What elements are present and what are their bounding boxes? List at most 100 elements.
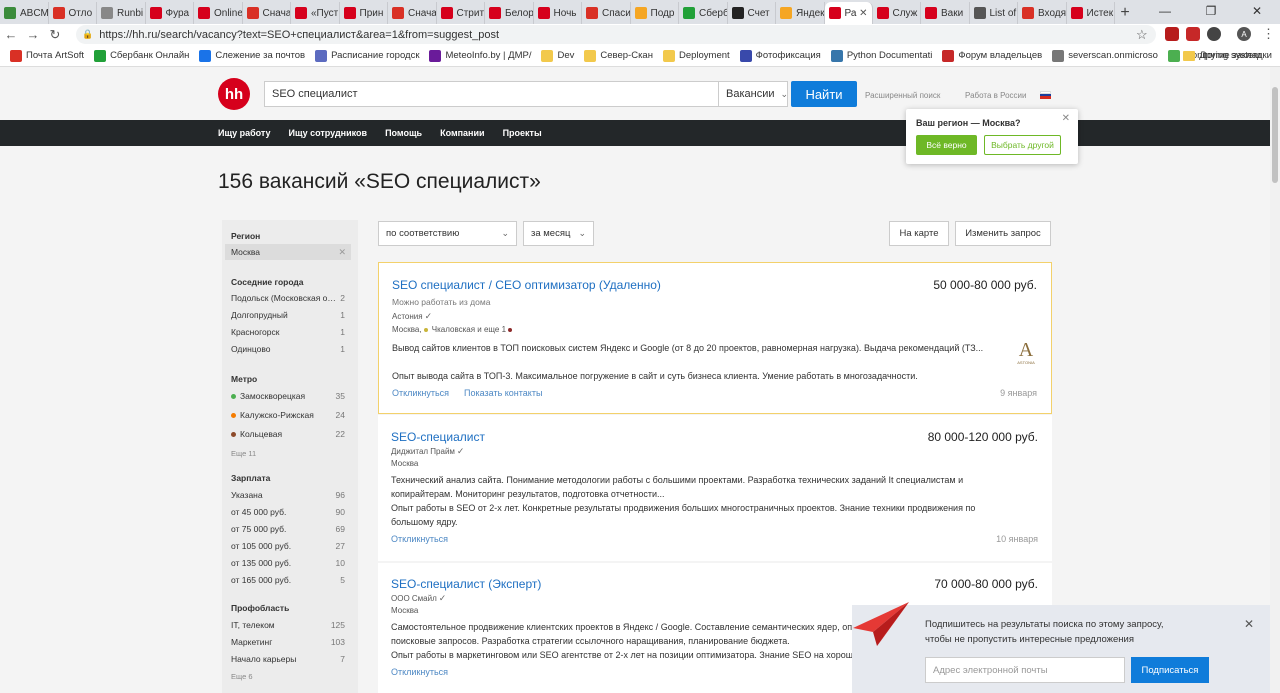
prof-more-link[interactable]: Еще 6 (231, 672, 253, 681)
browser-tab[interactable]: Runbi (97, 2, 146, 24)
browser-tab[interactable]: Счет (728, 2, 776, 24)
show-contacts-link[interactable]: Показать контакты (464, 388, 542, 398)
browser-tab[interactable]: Стрит (437, 2, 485, 24)
bookmark-item[interactable]: Почта ArtSoft (10, 49, 84, 62)
browser-tab[interactable]: Ра ✕ (824, 2, 873, 24)
nav-item[interactable]: Компании (440, 128, 484, 138)
region-confirm-button[interactable]: Всё верно (916, 135, 977, 155)
filter-option-salary[interactable]: от 45 000 руб. 90 (231, 507, 345, 517)
filter-option-salary[interactable]: от 135 000 руб. 10 (231, 558, 345, 568)
work-in-russia-link[interactable]: Работа в России (965, 91, 1026, 100)
browser-tab[interactable]: Служ (873, 2, 921, 24)
company-logo[interactable]: A ASTONIA (1015, 340, 1037, 366)
bookmark-item[interactable]: Расписание городск (315, 49, 419, 62)
browser-tab[interactable]: Входя (1018, 2, 1067, 24)
vacancy-title-link[interactable]: SEO-специалист (391, 430, 485, 444)
filter-option-neighbors[interactable]: Красногорск 1 (231, 327, 345, 337)
extension-icon[interactable] (1165, 27, 1179, 41)
browser-tab[interactable]: ABCM (0, 2, 49, 24)
minimize-icon[interactable]: — (1142, 0, 1188, 22)
change-query-button[interactable]: Изменить запрос (955, 221, 1051, 246)
vacancy-company[interactable]: Астония ✓ (392, 311, 432, 322)
forward-icon[interactable]: → (22, 27, 44, 42)
close-window-icon[interactable]: ✕ (1234, 0, 1280, 22)
new-tab-icon[interactable]: + (1115, 2, 1135, 24)
other-bookmarks[interactable]: Другие закладки (1183, 50, 1272, 61)
browser-tab[interactable]: Ночь (534, 2, 582, 24)
bookmark-item[interactable]: Фотофиксация (739, 49, 821, 62)
bookmark-item[interactable]: Deployment (662, 49, 730, 62)
filter-option-salary[interactable]: от 105 000 руб. 27 (231, 541, 345, 551)
bookmark-item[interactable]: severscan.onmicroso (1052, 49, 1158, 62)
bookmark-item[interactable]: Dev (541, 49, 574, 62)
subscribe-button[interactable]: Подписаться (1131, 657, 1209, 683)
filter-option-neighbors[interactable]: Подольск (Московская об... 2 (231, 293, 345, 303)
vacancy-title-link[interactable]: SEO специалист / СЕО оптимизатор (Удален… (392, 278, 661, 292)
bookmark-item[interactable]: Север-Скан (584, 49, 653, 62)
advanced-search-link[interactable]: Расширенный поиск (865, 91, 940, 100)
vacancy-title-link[interactable]: SEO-специалист (Эксперт) (391, 577, 541, 591)
metro-more-link[interactable]: Еще 11 (231, 449, 256, 458)
close-tab-icon[interactable]: ✕ (859, 8, 867, 19)
url-input[interactable]: 🔒 https://hh.ru/search/vacancy?text=SEO+… (76, 25, 1156, 44)
vacancy-company[interactable]: Диджитал Прайм ✓ (391, 446, 464, 457)
filter-option-metro[interactable]: Кольцевая 22 (231, 429, 345, 439)
browser-tab[interactable]: Сберб (679, 2, 728, 24)
browser-menu-icon[interactable]: ⋮ (1262, 26, 1275, 42)
browser-tab[interactable]: Отло (49, 2, 97, 24)
clear-icon[interactable]: ✕ (338, 247, 346, 258)
respond-link[interactable]: Откликнуться (391, 667, 448, 677)
filter-option-salary[interactable]: Указана 96 (231, 490, 345, 500)
hh-logo[interactable]: hh (218, 78, 250, 110)
filter-option-prof[interactable]: Маркетинг 103 (231, 637, 345, 647)
nav-item[interactable]: Проекты (503, 128, 542, 138)
filter-option-salary[interactable]: от 165 000 руб. 5 (231, 575, 345, 585)
find-button[interactable]: Найти (791, 81, 857, 107)
region-choose-other-button[interactable]: Выбрать другой (984, 135, 1061, 155)
browser-tab[interactable]: Спаси (582, 2, 631, 24)
map-button[interactable]: На карте (889, 221, 949, 246)
region-filter-input[interactable]: Москва ✕ (225, 244, 351, 260)
profile-avatar[interactable]: A (1237, 27, 1251, 41)
bookmark-item[interactable]: MeteoInfo.by | ДМР/ (429, 49, 531, 62)
bookmark-item[interactable]: Слежение за почтов (199, 49, 305, 62)
back-icon[interactable]: ← (0, 27, 22, 42)
search-type-select[interactable]: Вакансии ⌄ (718, 81, 788, 107)
maximize-icon[interactable]: ❐ (1188, 0, 1234, 22)
browser-tab[interactable]: Ваки (921, 2, 970, 24)
browser-tab[interactable]: Online (194, 2, 243, 24)
nav-item[interactable]: Помощь (385, 128, 422, 138)
close-icon[interactable]: ✕ (1244, 617, 1254, 631)
browser-tab[interactable]: Фура (146, 2, 194, 24)
email-input[interactable]: Адрес электронной почты (925, 657, 1125, 683)
search-input[interactable]: SEO специалист (264, 81, 719, 107)
browser-tab[interactable]: Снача (388, 2, 437, 24)
russia-flag-icon[interactable] (1040, 91, 1051, 99)
filter-option-neighbors[interactable]: Одинцово 1 (231, 344, 345, 354)
browser-tab[interactable]: Снача (243, 2, 291, 24)
nav-item[interactable]: Ищу работу (218, 128, 271, 138)
respond-link[interactable]: Откликнуться (391, 534, 448, 544)
browser-tab[interactable]: Подр (631, 2, 679, 24)
browser-tab[interactable]: «Пуст (291, 2, 340, 24)
browser-tab[interactable]: Белор (485, 2, 534, 24)
bookmark-item[interactable]: Форум владельцев (942, 49, 1042, 62)
bookmark-star-icon[interactable]: ☆ (1136, 27, 1148, 43)
browser-tab[interactable]: Прин (340, 2, 388, 24)
scrollbar-thumb[interactable] (1272, 87, 1278, 183)
filter-option-metro[interactable]: Калужско-Рижская 24 (231, 410, 345, 420)
bookmark-item[interactable]: Python Documentati (830, 49, 932, 62)
close-icon[interactable]: ✕ (1062, 113, 1070, 124)
extension-icon[interactable] (1186, 27, 1200, 41)
browser-tab[interactable]: Яндек (776, 2, 825, 24)
nav-item[interactable]: Ищу сотрудников (289, 128, 368, 138)
respond-link[interactable]: Откликнуться (392, 388, 449, 398)
filter-option-prof[interactable]: Начало карьеры 7 (231, 654, 345, 664)
vacancy-company[interactable]: ООО Смайл ✓ (391, 593, 446, 604)
filter-option-neighbors[interactable]: Долгопрудный 1 (231, 310, 345, 320)
filter-option-metro[interactable]: Замоскворецкая 35 (231, 391, 345, 401)
period-select[interactable]: за месяц ⌄ (523, 221, 594, 246)
browser-tab[interactable]: List of (970, 2, 1018, 24)
sort-select[interactable]: по соответствию ⌄ (378, 221, 517, 246)
reload-icon[interactable]: ↻ (44, 27, 66, 43)
